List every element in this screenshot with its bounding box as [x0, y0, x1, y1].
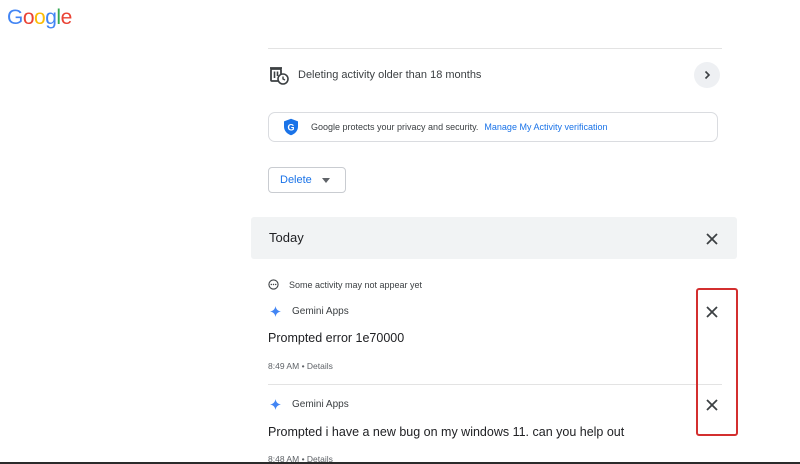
divider — [268, 48, 722, 49]
auto-delete-setting[interactable]: Deleting activity older than 18 months — [268, 58, 722, 92]
logo-letter: e — [60, 6, 73, 29]
item-meta: 8:49 AM • Details — [268, 361, 333, 371]
auto-delete-icon — [270, 67, 289, 85]
privacy-notice: G Google protects your privacy and secur… — [268, 112, 718, 142]
google-shield-icon: G — [284, 118, 298, 136]
item-app-name[interactable]: Gemini Apps — [292, 306, 349, 317]
pending-activity-notice: Some activity may not appear yet — [268, 279, 422, 290]
item-app-row: Gemini Apps — [268, 396, 738, 412]
item-title[interactable]: Prompted error 1e70000 — [268, 331, 404, 345]
delete-label: Delete — [280, 174, 312, 186]
day-group-header: Today — [251, 217, 737, 259]
gemini-spark-icon — [270, 398, 281, 410]
privacy-text: Google protects your privacy and securit… — [311, 122, 479, 132]
day-group-title: Today — [269, 230, 304, 245]
divider — [268, 384, 722, 385]
gemini-spark-icon — [270, 305, 281, 317]
item-time: 8:49 AM — [268, 361, 300, 371]
delete-dropdown-button[interactable]: Delete — [268, 167, 346, 193]
chevron-right-icon — [704, 70, 711, 80]
my-activity-page: G o o g l e Deleting activity older than… — [0, 0, 800, 464]
pending-notice-text: Some activity may not appear yet — [289, 279, 423, 290]
svg-text:G: G — [287, 122, 294, 132]
item-details-link[interactable]: Details — [307, 361, 333, 371]
manage-verification-link[interactable]: Manage My Activity verification — [484, 122, 607, 132]
google-logo[interactable]: G o o g l e — [7, 6, 72, 30]
highlight-annotation — [696, 288, 738, 436]
activity-item: Gemini Apps Prompted i have a new bug on… — [268, 396, 738, 464]
auto-delete-label: Deleting activity older than 18 months — [298, 69, 482, 81]
delete-day-close-icon[interactable] — [704, 231, 720, 247]
item-app-name[interactable]: Gemini Apps — [292, 399, 349, 410]
open-auto-delete-button[interactable] — [694, 62, 720, 88]
logo-letter: G — [7, 6, 23, 29]
activity-item: Gemini Apps Prompted error 1e70000 8:49 … — [268, 303, 738, 375]
logo-letter: o — [34, 6, 46, 29]
dropdown-caret-icon — [321, 177, 330, 183]
item-title[interactable]: Prompted i have a new bug on my windows … — [268, 425, 624, 439]
logo-letter: o — [22, 6, 35, 29]
pending-icon — [268, 279, 279, 290]
item-app-row: Gemini Apps — [268, 303, 738, 319]
logo-letter: g — [45, 6, 57, 29]
